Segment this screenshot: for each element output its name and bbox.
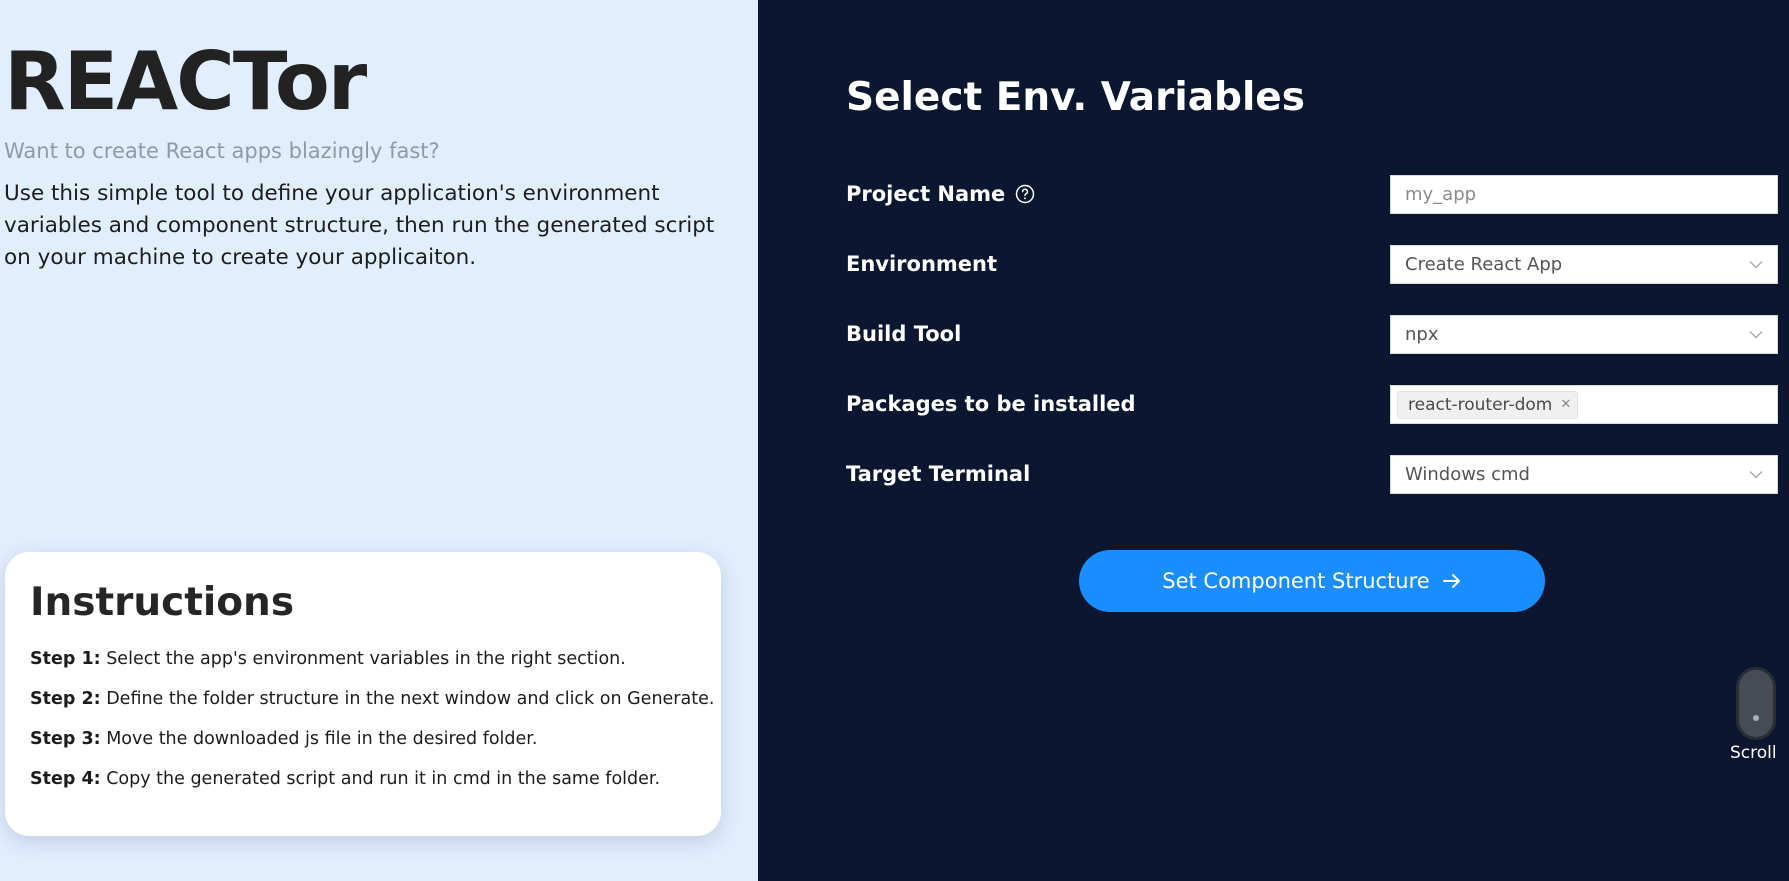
chevron-down-icon [1749,470,1763,479]
package-tag: react-router-dom ✕ [1397,390,1579,419]
instruction-step: Step 1: Select the app's environment var… [30,649,626,669]
packages-multiselect[interactable]: react-router-dom ✕ [1390,385,1778,424]
mouse-icon [1736,667,1776,740]
chevron-down-icon [1749,260,1763,269]
step-text: Select the app's environment variables i… [100,649,626,669]
step-text: Copy the generated script and run it in … [100,769,661,789]
scroll-hint-label: Scroll [1730,743,1777,763]
build-tool-label: Build Tool [846,322,962,346]
step-text: Define the folder structure in the next … [100,689,715,709]
close-icon[interactable]: ✕ [1560,397,1571,412]
step-label: Step 3: [30,729,101,749]
cta-label: Set Component Structure [1162,569,1430,593]
app-tagline: Want to create React apps blazingly fast… [4,139,440,163]
step-label: Step 4: [30,769,101,789]
app-title: REACTor [4,35,367,128]
target-terminal-label: Target Terminal [846,462,1031,486]
env-form-panel: Select Env. Variables Project Name my_ap… [758,0,1789,881]
instruction-step: Step 3: Move the downloaded js file in t… [30,729,537,749]
build-tool-value: npx [1405,324,1439,345]
arrow-right-icon [1442,572,1462,590]
app-description: Use this simple tool to define your appl… [4,181,715,270]
project-name-input[interactable]: my_app [1390,175,1778,214]
step-label: Step 2: [30,689,101,709]
form-title: Select Env. Variables [846,75,1305,120]
environment-label: Environment [846,252,998,276]
set-component-structure-button[interactable]: Set Component Structure [1079,550,1545,612]
package-tag-label: react-router-dom [1408,394,1553,415]
instruction-step: Step 4: Copy the generated script and ru… [30,769,660,789]
instructions-card: Instructions Step 1: Select the app's en… [5,552,721,836]
packages-label: Packages to be installed [846,392,1136,416]
instructions-title: Instructions [30,580,295,625]
chevron-down-icon [1749,330,1763,339]
question-circle-icon[interactable] [1015,184,1035,204]
project-name-label-text: Project Name [846,182,1006,206]
project-name-placeholder: my_app [1405,184,1477,205]
environment-select[interactable]: Create React App [1390,245,1778,284]
target-terminal-select[interactable]: Windows cmd [1390,455,1778,494]
step-label: Step 1: [30,649,101,669]
intro-panel: REACTor Want to create React apps blazin… [0,0,758,881]
environment-value: Create React App [1405,254,1563,275]
instruction-step: Step 2: Define the folder structure in t… [30,689,714,709]
target-terminal-value: Windows cmd [1405,464,1530,485]
step-text: Move the downloaded js file in the desir… [100,729,538,749]
scroll-wheel-dot [1753,715,1759,721]
build-tool-select[interactable]: npx [1390,315,1778,354]
project-name-label: Project Name [846,182,1035,206]
